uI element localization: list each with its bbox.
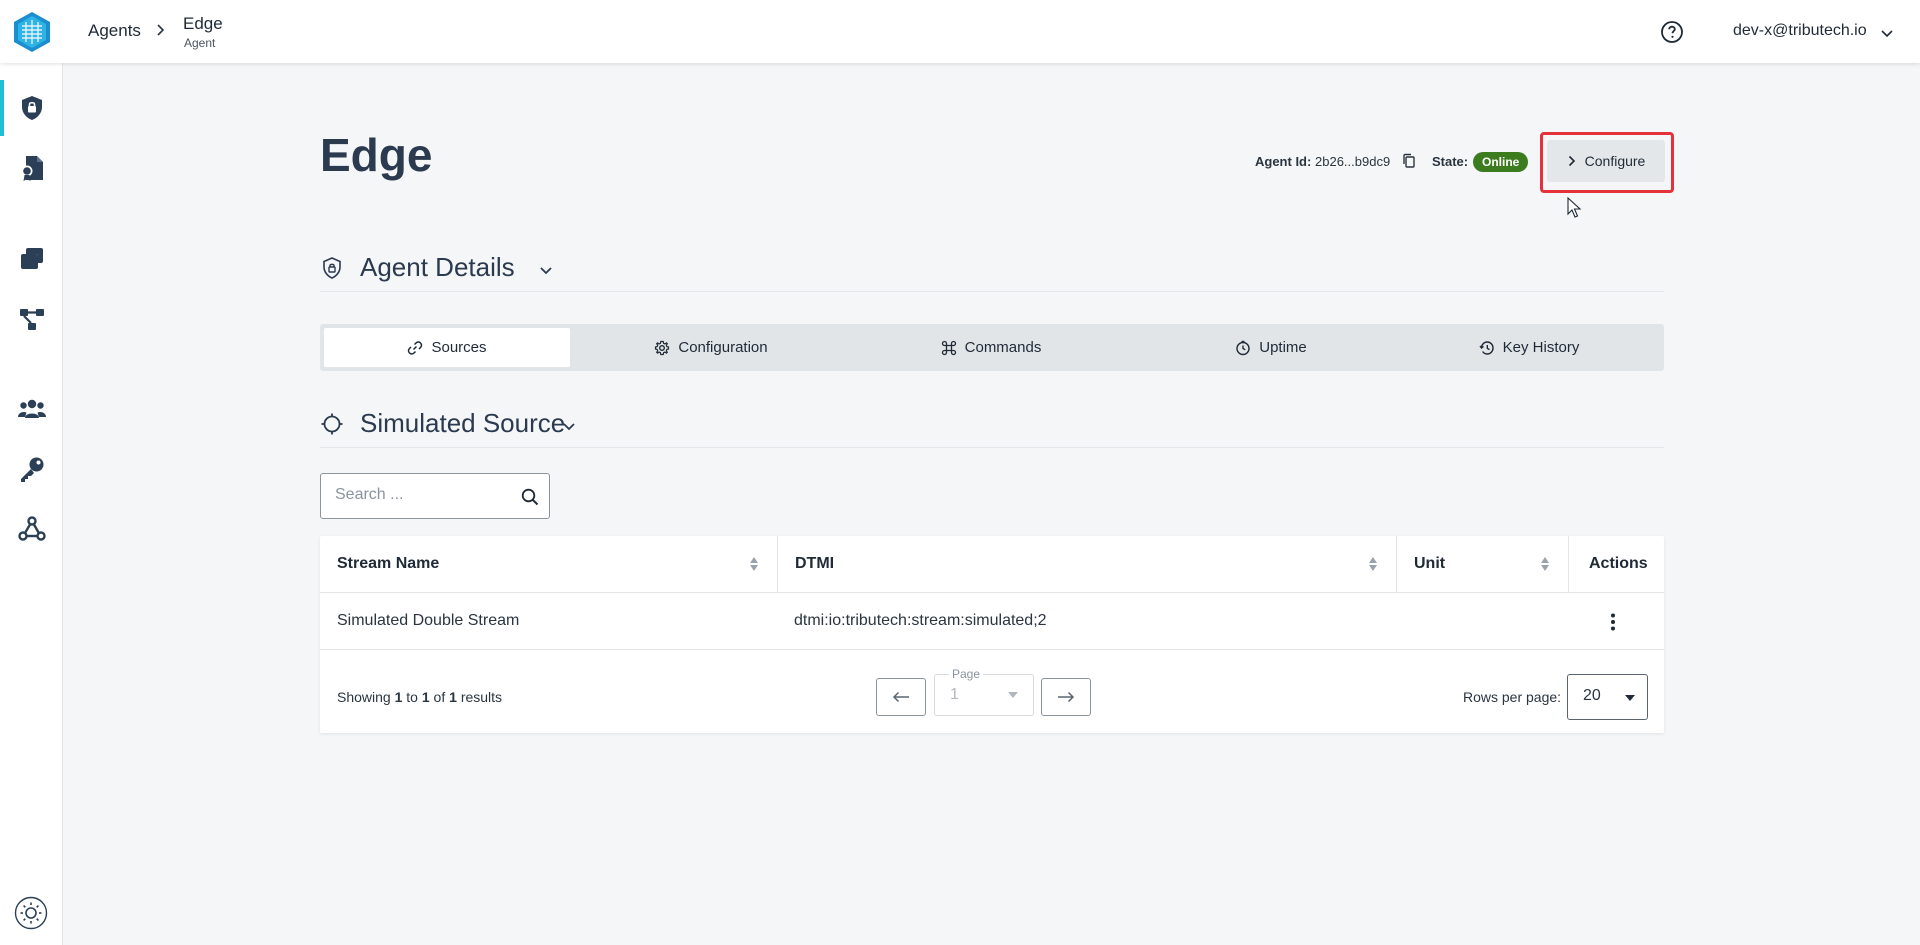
tab-label: Sources [431,339,487,356]
rows-per-page-select[interactable]: 20 [1567,674,1648,720]
search-field [320,473,550,519]
sidebar-item-network[interactable] [0,291,63,347]
chevron-down-icon[interactable] [1880,26,1894,40]
source-header[interactable]: Simulated Source [320,408,1664,448]
sort-icon[interactable] [749,556,759,572]
sidebar-item-cards[interactable] [0,231,63,287]
arrow-right-icon [1058,691,1075,703]
chevron-down-icon[interactable] [538,262,554,278]
breadcrumb-current: Edge [183,14,223,33]
page-value: 1 [950,686,959,703]
column-header-label: Actions [1589,555,1648,572]
column-header-actions: Actions [1568,536,1664,593]
tab-uptime[interactable]: Uptime [1140,328,1402,367]
gear-icon [655,340,670,355]
file-cert-icon [21,156,43,181]
key-icon [20,457,43,482]
chevron-right-icon [157,24,165,36]
cell-text: Simulated Double Stream [337,612,520,629]
tab-commands[interactable]: Commands [860,328,1122,367]
sidebar-item-agents[interactable] [0,80,63,136]
table-cell-actions [1568,593,1664,650]
agent-id-value: 2b26...b9dc9 [1315,154,1391,169]
caret-down-icon [1008,692,1018,698]
more-vertical-icon[interactable] [1610,612,1616,632]
column-header-label: DTMI [795,555,835,572]
cards-icon [20,248,43,269]
chevron-right-icon [1568,155,1575,167]
tab-label: Commands [964,339,1042,356]
prev-page-button[interactable] [876,678,926,716]
sidebar-item-users[interactable] [0,381,63,437]
page-label: Page [949,667,984,681]
tab-label: Key History [1502,339,1580,356]
chevron-down-icon[interactable] [561,418,577,434]
configure-button[interactable]: Configure [1547,140,1665,182]
tab-configuration[interactable]: Configuration [580,328,842,367]
shield-lock-icon [21,96,42,120]
arrow-left-icon [892,691,909,703]
column-header-label: Unit [1414,555,1446,572]
column-header-stream-name[interactable]: Stream Name [320,536,777,593]
streams-table: Stream Name DTMI Unit Actions Simulated … [320,536,1664,733]
source-title: Simulated Source [360,408,566,438]
rows-per-page-value: 20 [1583,687,1601,704]
link-icon [408,340,423,355]
top-bar: Agents Edge Agent dev-x@tributech.io [0,0,1920,63]
crosshair-icon [321,413,343,435]
network-icon [19,309,44,330]
breadcrumb-agents-link[interactable]: Agents [88,21,141,41]
command-icon [941,340,956,355]
table-cell-unit [1396,593,1568,650]
users-icon [17,399,46,418]
page-select[interactable]: Page 1 [934,667,1034,716]
help-icon[interactable] [1660,20,1684,44]
user-menu[interactable]: dev-x@tributech.io [1733,22,1867,40]
column-header-label: Stream Name [337,555,440,572]
state-label: State: [1432,154,1469,169]
sidebar [0,63,63,945]
mouse-cursor-icon [1567,197,1582,218]
results-summary: Showing 1 to 1 of 1 results [337,689,503,705]
history-icon [1479,340,1494,355]
tab-sources[interactable]: Sources [324,328,570,367]
sidebar-item-certificates[interactable] [0,140,63,196]
tab-label: Uptime [1259,339,1307,356]
sun-icon[interactable] [14,896,48,930]
sort-icon[interactable] [1368,556,1378,572]
agent-details-title: Agent Details [360,252,515,282]
agent-details-header[interactable]: Agent Details [320,252,1664,292]
page-title: Edge [320,129,433,181]
tab-bar: Sources Configuration Commands Uptime Ke… [320,324,1664,371]
tab-label: Configuration [678,339,768,356]
tributech-logo[interactable] [10,10,54,54]
column-header-dtmi[interactable]: DTMI [777,536,1396,593]
webhook-icon [17,516,46,541]
clock-icon [1236,340,1250,355]
search-input[interactable] [335,486,505,504]
breadcrumb-subtitle: Agent [184,36,216,50]
shield-lock-outline-icon [323,257,341,279]
configure-button-label: Configure [1584,153,1646,169]
rows-per-page-label: Rows per page: [1463,689,1562,705]
caret-down-icon [1625,695,1635,701]
cell-text: dtmi:io:tributech:stream:simulated;2 [794,612,1047,629]
sort-icon[interactable] [1540,556,1550,572]
agent-id-label: Agent Id: [1255,154,1312,169]
sidebar-item-webhooks[interactable] [0,501,63,557]
table-cell-stream-name: Simulated Double Stream [320,593,777,650]
search-icon[interactable] [520,487,540,507]
table-cell-dtmi: dtmi:io:tributech:stream:simulated;2 [777,593,1396,650]
status-badge: Online [1473,152,1529,172]
sidebar-item-keys[interactable] [0,441,63,497]
next-page-button[interactable] [1041,678,1091,716]
copy-icon[interactable] [1401,153,1417,169]
tab-key-history[interactable]: Key History [1398,328,1660,367]
